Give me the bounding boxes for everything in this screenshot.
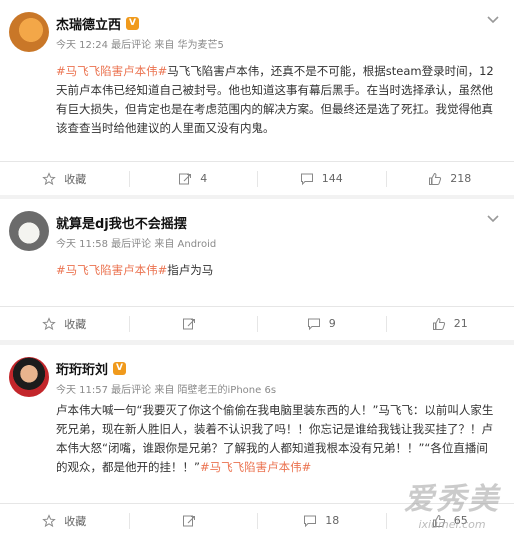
author-row: 就算是dj我也不会摇摆 [56,213,187,232]
author-name[interactable]: 杰瑞德立西 [56,14,121,33]
avatar[interactable] [9,12,49,52]
collect-button[interactable]: 收藏 [0,162,129,195]
comment-count: 9 [328,317,336,330]
like-count: 218 [450,172,472,185]
action-bar: 收藏 4 144 218 [0,161,514,195]
repost-icon [182,318,195,329]
comment-button[interactable]: 18 [257,504,386,537]
like-icon [429,172,442,185]
post-content: 卢本伟大喊一句“我要灭了你这个偷偷在我电脑里装东西的人！”马飞飞：以前叫人家生死… [56,401,498,477]
chevron-down-icon[interactable] [486,12,500,26]
repost-button[interactable] [128,307,258,340]
avatar[interactable] [9,211,49,251]
like-icon [432,317,445,330]
comment-button[interactable]: 9 [257,307,386,340]
post-card: 珩珩珩刘 V 今天 11:57 最后评论 来自 陌壁老王的iPhone 6s 卢… [0,345,514,537]
hashtag-link[interactable]: #马飞飞陷害卢本伟# [200,460,311,474]
repost-count: 4 [200,172,208,185]
repost-icon [179,173,192,184]
repost-button[interactable] [128,504,258,537]
post-content: #马飞飞陷害卢本伟#指卢为马 [56,261,498,280]
like-button[interactable]: 21 [385,307,514,340]
comment-button[interactable]: 144 [257,162,386,195]
collect-label: 收藏 [64,317,87,331]
like-button[interactable]: 218 [385,162,514,195]
repost-icon [182,515,195,526]
comment-icon [300,173,313,185]
comment-icon [304,515,317,527]
post-content: #马飞飞陷害卢本伟#马飞飞陷害卢本伟，还真不是不可能，根据steam登录时间，1… [56,62,498,138]
post-card: 就算是dj我也不会摇摆 今天 11:58 最后评论 来自 Android #马飞… [0,199,514,340]
vip-badge-icon: V [126,16,139,30]
hashtag-link[interactable]: #马飞飞陷害卢本伟# [56,263,167,277]
comment-count: 18 [325,514,340,527]
like-icon [432,514,445,527]
collect-label: 收藏 [64,172,87,186]
author-name[interactable]: 珩珩珩刘 [56,359,108,378]
comment-count: 144 [321,172,343,185]
action-bar: 收藏 9 21 [0,306,514,340]
post-meta: 今天 11:57 最后评论 来自 陌壁老王的iPhone 6s [56,385,277,396]
star-icon [42,513,57,527]
comment-icon [307,318,320,330]
star-icon [42,171,57,185]
vip-badge-icon: V [113,361,126,375]
post-card: 杰瑞德立西 V 今天 12:24 最后评论 来自 华为麦芒5 #马飞飞陷害卢本伟… [0,0,514,195]
author-name[interactable]: 就算是dj我也不会摇摆 [56,213,187,232]
like-count: 21 [453,317,468,330]
like-button[interactable]: 65 [385,504,514,537]
post-meta: 今天 12:24 最后评论 来自 华为麦芒5 [56,40,224,51]
author-row: 杰瑞德立西 V [56,14,139,33]
star-icon [42,316,57,330]
post-text: 指卢为马 [167,263,214,277]
collect-label: 收藏 [64,514,87,528]
action-bar: 收藏 18 65 [0,503,514,537]
author-row: 珩珩珩刘 V [56,359,126,378]
repost-button[interactable]: 4 [128,162,258,195]
like-count: 65 [453,514,468,527]
chevron-down-icon[interactable] [486,211,500,225]
collect-button[interactable]: 收藏 [0,307,129,340]
avatar[interactable] [9,357,49,397]
post-meta: 今天 11:58 最后评论 来自 Android [56,239,217,250]
hashtag-link[interactable]: #马飞飞陷害卢本伟# [56,64,167,78]
collect-button[interactable]: 收藏 [0,504,129,537]
